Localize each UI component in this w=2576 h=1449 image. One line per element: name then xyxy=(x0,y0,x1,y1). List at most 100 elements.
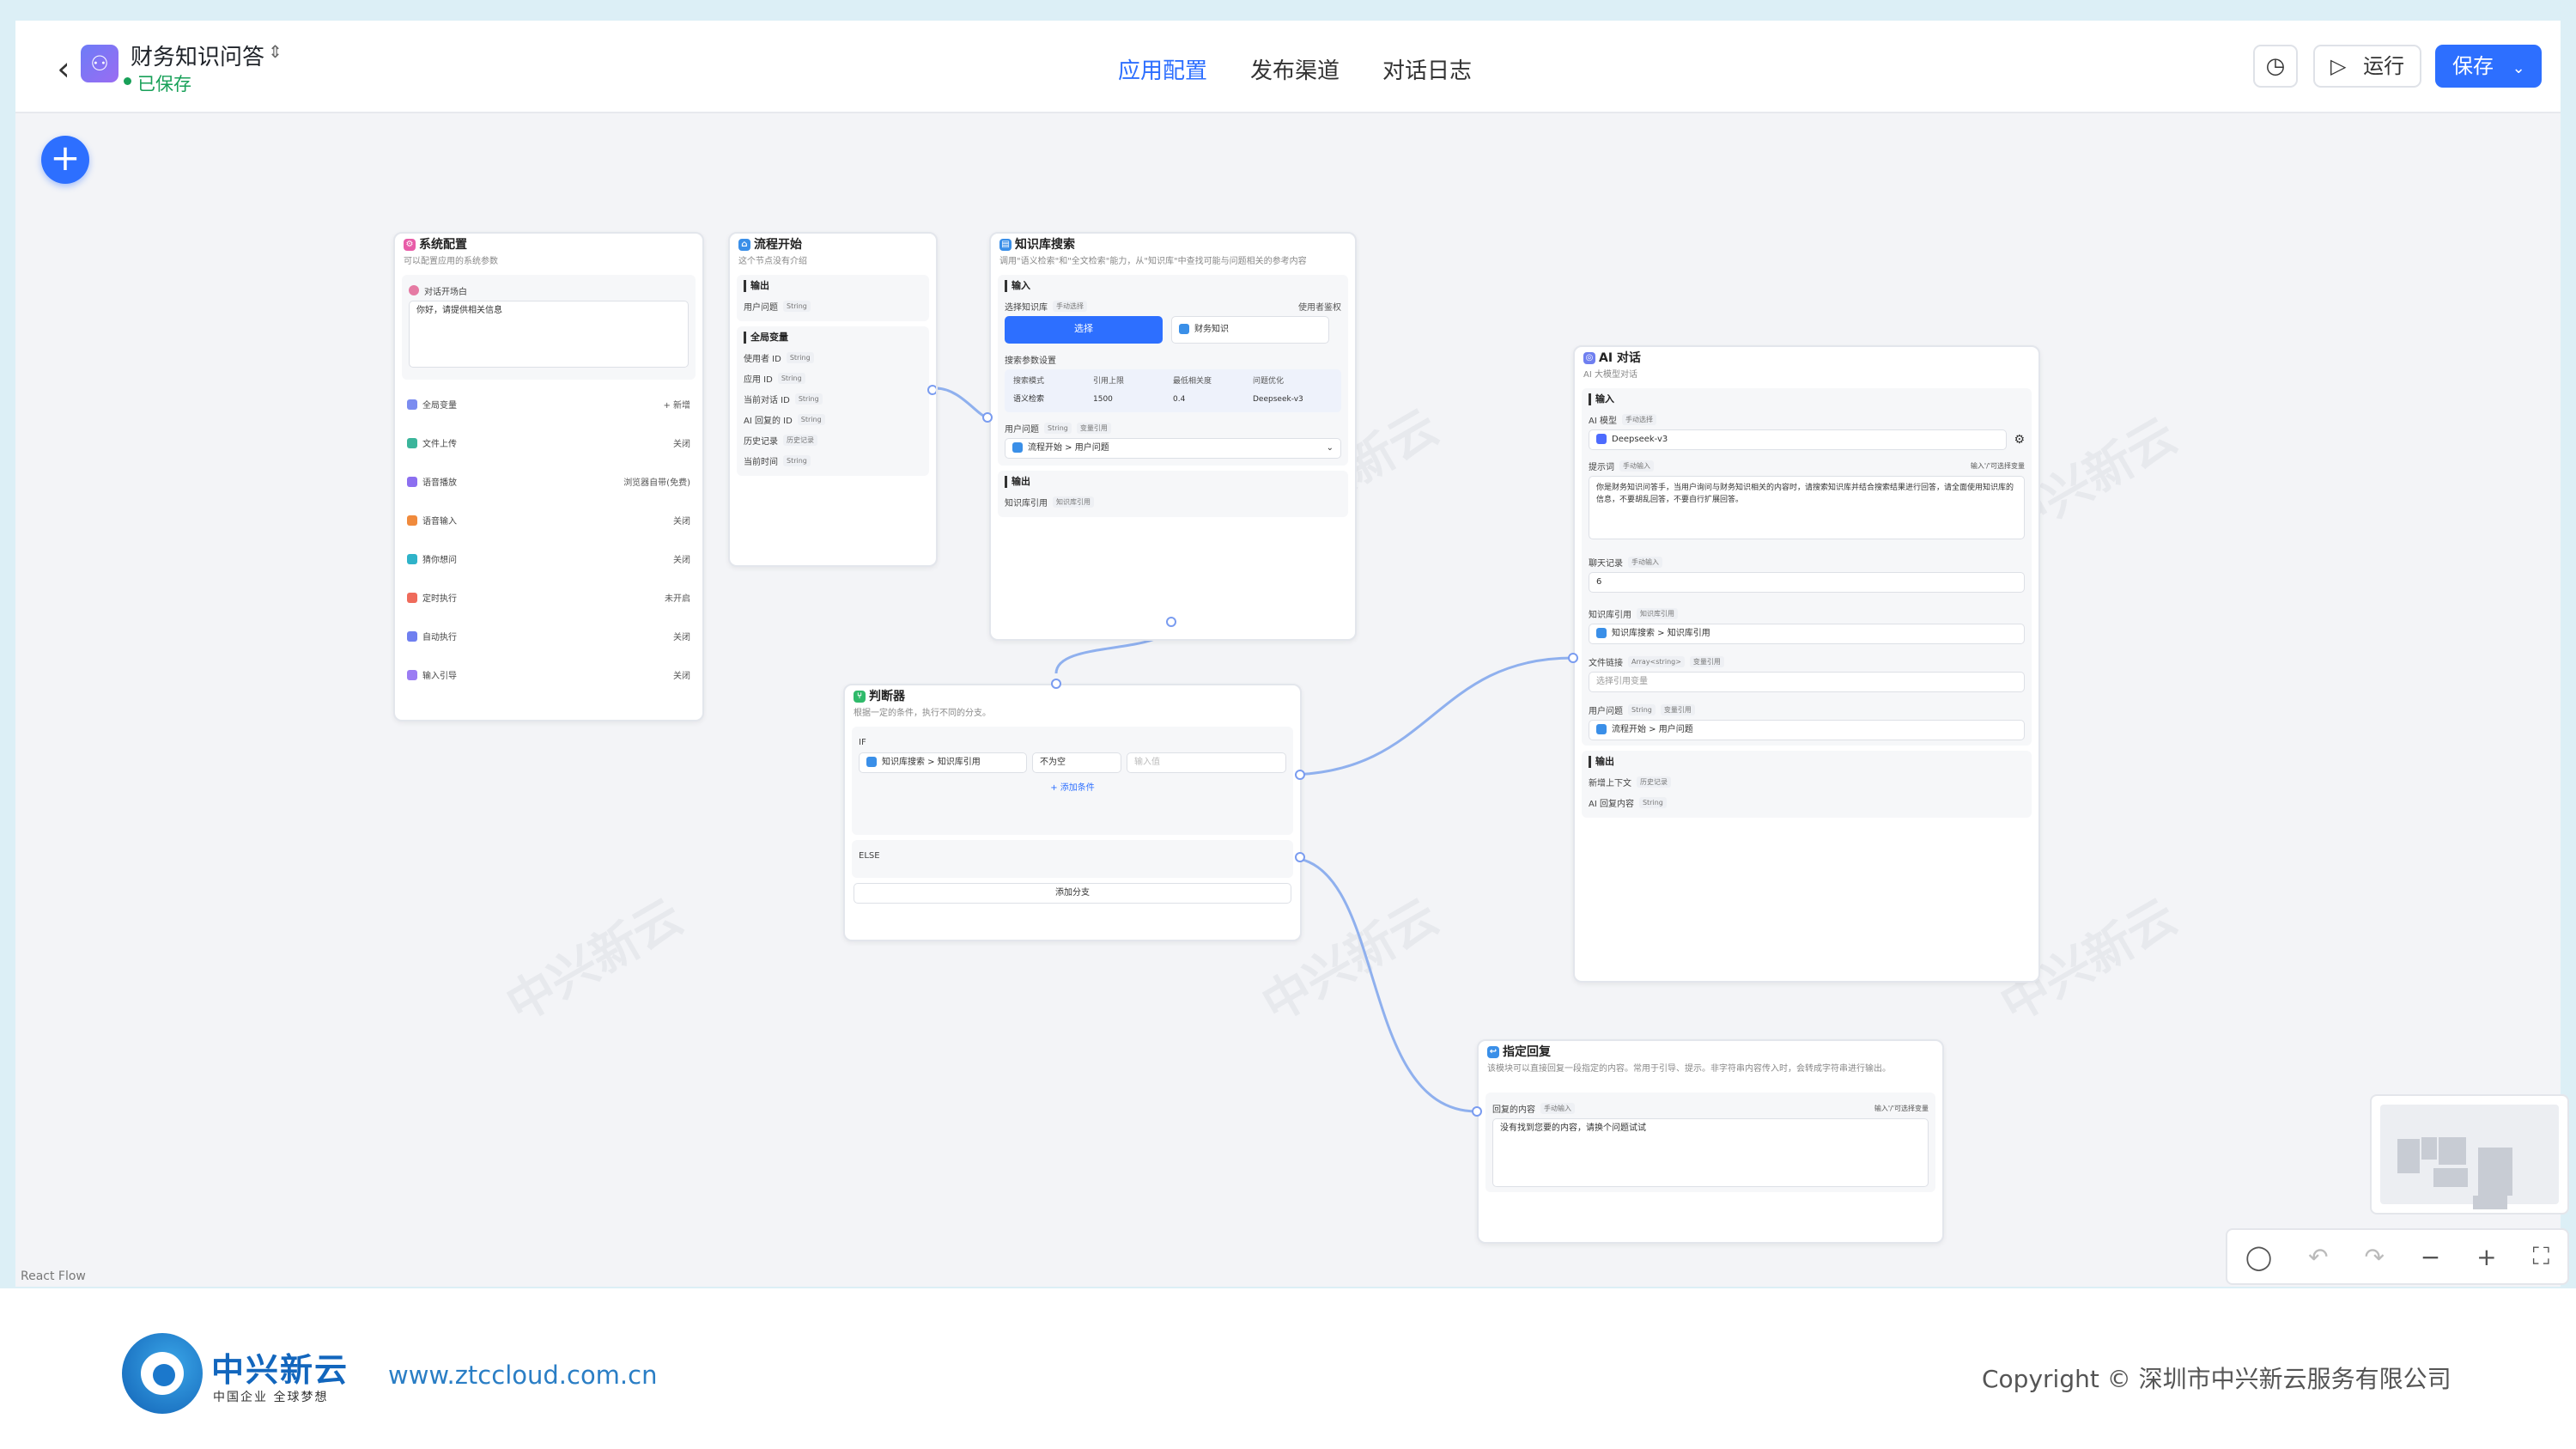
node-system-config[interactable]: ⚙ 系统配置 可以配置应用的系统参数 对话开场白 你好，请提供相关信息 全局变量… xyxy=(393,232,704,721)
file-link-select[interactable]: 选择引用变量 xyxy=(1589,672,2025,692)
greeting-textarea[interactable]: 你好，请提供相关信息 xyxy=(409,301,689,368)
if-condition-row: 知识库搜索 > 知识库引用 不为空 输入值 xyxy=(859,752,1286,773)
tab-chat-logs[interactable]: 对话日志 xyxy=(1382,53,1472,85)
add-branch-button[interactable]: 添加分支 xyxy=(854,883,1291,904)
item-label: 语音播放 xyxy=(422,478,457,488)
zoom-out-icon[interactable]: − xyxy=(2421,1243,2440,1271)
item-value[interactable]: + 新增 xyxy=(663,398,690,411)
if-output-handle[interactable] xyxy=(1295,770,1305,780)
manual-input-tag[interactable]: 手动输入 xyxy=(1540,1102,1575,1114)
system-item[interactable]: 语音播放 浏览器自带(免费) xyxy=(407,462,690,501)
output-item: 新增上下文 历史记录 xyxy=(1589,771,2025,792)
question-select[interactable]: 流程开始 > 用户问题 xyxy=(1589,720,2025,740)
file-upload-icon xyxy=(407,437,417,448)
system-item[interactable]: 定时执行 未开启 xyxy=(407,578,690,617)
system-item[interactable]: 全局变量 + 新增 xyxy=(407,385,690,423)
kb-ref-select[interactable]: 知识库搜索 > 知识库引用 xyxy=(1589,624,2025,644)
clock-icon: ◷ xyxy=(2265,53,2286,79)
kb-chip[interactable]: 财务知识 xyxy=(1171,316,1329,344)
robot-icon: ◎ xyxy=(1583,352,1595,364)
history-button[interactable]: ◷ xyxy=(2253,45,2298,88)
node-ai-chat[interactable]: ◎ AI 对话 AI 大模型对话 输入 AI 模型 手动选择 Deepseek-v… xyxy=(1573,345,2040,983)
saved-status-dot xyxy=(124,77,131,85)
ai-input-handle[interactable] xyxy=(1568,653,1578,663)
system-item[interactable]: 文件上传 关闭 xyxy=(407,423,690,462)
undo-icon[interactable]: ↶ xyxy=(2308,1243,2328,1271)
if-source-select[interactable]: 知识库搜索 > 知识库引用 xyxy=(859,752,1027,773)
section-header: 输入 xyxy=(1005,280,1341,292)
item-value[interactable]: 浏览器自带(免费) xyxy=(623,475,690,488)
type-tag: String xyxy=(794,393,823,405)
manual-select-tag[interactable]: 手动选择 xyxy=(1053,300,1087,312)
node-kb-search[interactable]: ▤ 知识库搜索 调用"语义检索"和"全文检索"能力，从"知识库"中查找可能与问题… xyxy=(989,232,1357,641)
zoom-in-icon[interactable]: + xyxy=(2476,1243,2496,1271)
website-link[interactable]: www.ztccloud.com.cn xyxy=(388,1361,657,1390)
play-icon: ▷ xyxy=(2330,54,2347,78)
item-label: 文件上传 xyxy=(422,440,457,449)
var-ref-tag[interactable]: 变量引用 xyxy=(1076,422,1111,434)
var-ref-tag[interactable]: 变量引用 xyxy=(1660,703,1695,715)
run-button[interactable]: ▷ 运行 xyxy=(2313,45,2421,88)
if-operator-select[interactable]: 不为空 xyxy=(1032,752,1121,773)
manual-input-tag[interactable]: 手动输入 xyxy=(1619,460,1654,472)
select-kb-button[interactable]: 选择 xyxy=(1005,316,1163,344)
var-label: 当前时间 xyxy=(744,457,778,467)
gear-icon[interactable]: ⚙ xyxy=(2014,429,2025,450)
app-title[interactable]: 财务知识问答 xyxy=(131,40,264,71)
manual-select-tag[interactable]: 手动选择 xyxy=(1621,413,1656,425)
react-flow-attribution[interactable]: React Flow xyxy=(21,1269,86,1283)
fit-view-icon[interactable]: ⛶ xyxy=(2532,1242,2549,1271)
kb-output-handle[interactable] xyxy=(1166,617,1176,627)
branch-icon: ⑂ xyxy=(854,691,866,703)
title-switch-icon[interactable]: ⇕ xyxy=(268,41,283,62)
search-params-label[interactable]: 搜索参数设置 xyxy=(1005,349,1341,369)
prompt-textarea[interactable]: 你是财务知识问答手，当用户询问与财务知识相关的内容时，请搜索知识库并结合搜索结果… xyxy=(1589,476,2025,539)
home-icon xyxy=(1596,724,1607,734)
reply-textarea[interactable]: 没有找到您要的内容，请换个问题试试 xyxy=(1492,1118,1929,1187)
system-item[interactable]: 语音输入 关闭 xyxy=(407,501,690,539)
item-value[interactable]: 关闭 xyxy=(673,630,690,642)
question-label: 用户问题 xyxy=(1589,706,1623,716)
item-value[interactable]: 未开启 xyxy=(665,591,690,604)
tab-app-config[interactable]: 应用配置 xyxy=(1118,53,1207,85)
system-item[interactable]: 猜你想问 关闭 xyxy=(407,539,690,578)
home-icon xyxy=(1012,442,1023,453)
item-value[interactable]: 关闭 xyxy=(673,514,690,527)
node-judge[interactable]: ⑂ 判断器 根据一定的条件，执行不同的分支。 IF 知识库搜索 > 知识库引用 … xyxy=(843,684,1302,941)
prompt-row: 提示词 手动输入 输入'/'可选择变量 xyxy=(1589,455,2025,476)
tab-publish-channels[interactable]: 发布渠道 xyxy=(1250,53,1340,85)
table-cell: 0.4 xyxy=(1173,395,1186,404)
kb-ref-label: 知识库引用 xyxy=(1589,610,1631,620)
item-value[interactable]: 关闭 xyxy=(673,668,690,681)
else-output-handle[interactable] xyxy=(1295,852,1305,862)
mouse-mode-icon[interactable]: ◯ xyxy=(2245,1243,2272,1271)
question-select[interactable]: 流程开始 > 用户问题 ⌄ xyxy=(1005,438,1341,459)
item-value[interactable]: 关闭 xyxy=(673,552,690,565)
var-ref-tag[interactable]: 变量引用 xyxy=(1689,655,1724,667)
system-item[interactable]: 自动执行 关闭 xyxy=(407,617,690,655)
add-condition-link[interactable]: + 添加条件 xyxy=(859,780,1286,793)
node-reply[interactable]: ↩ 指定回复 该模块可以直接回复一段指定的内容。常用于引导、提示。非字符串内容传… xyxy=(1477,1039,1944,1244)
output-handle[interactable] xyxy=(927,385,936,395)
content-section: 回复的内容 手动输入 输入'/'可选择变量 没有找到您要的内容，请换个问题试试 xyxy=(1485,1093,1935,1192)
model-select[interactable]: Deepseek-v3 xyxy=(1589,429,2008,450)
judge-input-handle[interactable] xyxy=(1051,679,1061,689)
node-flow-start[interactable]: ⌂ 流程开始 这个节点没有介绍 输出 用户问题 String 全局变量 使用者 I… xyxy=(728,232,938,567)
add-node-button[interactable]: + xyxy=(41,136,89,184)
database-icon: ▤ xyxy=(999,239,1012,251)
section-header: 输入 xyxy=(1589,393,2025,405)
back-arrow-icon[interactable]: ‹ xyxy=(46,52,81,86)
minimap[interactable] xyxy=(2370,1094,2569,1215)
redo-icon[interactable]: ↷ xyxy=(2364,1243,2384,1271)
kb-input-handle[interactable] xyxy=(982,412,993,423)
kb-name: 财务知识 xyxy=(1194,325,1229,334)
manual-input-tag[interactable]: 手动输入 xyxy=(1628,556,1662,568)
history-input[interactable]: 6 xyxy=(1589,572,2025,593)
system-item[interactable]: 输入引导 关闭 xyxy=(407,655,690,694)
if-value-input[interactable]: 输入值 xyxy=(1127,752,1286,773)
flow-canvas[interactable]: 中兴新云 中兴新云 中兴新云 中兴新云 中兴新云 中兴新云 + ⚙ 系统配置 可… xyxy=(15,115,2569,1287)
reply-input-handle[interactable] xyxy=(1472,1106,1482,1117)
item-value[interactable]: 关闭 xyxy=(673,436,690,449)
node-title: 流程开始 xyxy=(754,238,802,252)
save-button[interactable]: 保存 ⌄ xyxy=(2435,45,2542,88)
